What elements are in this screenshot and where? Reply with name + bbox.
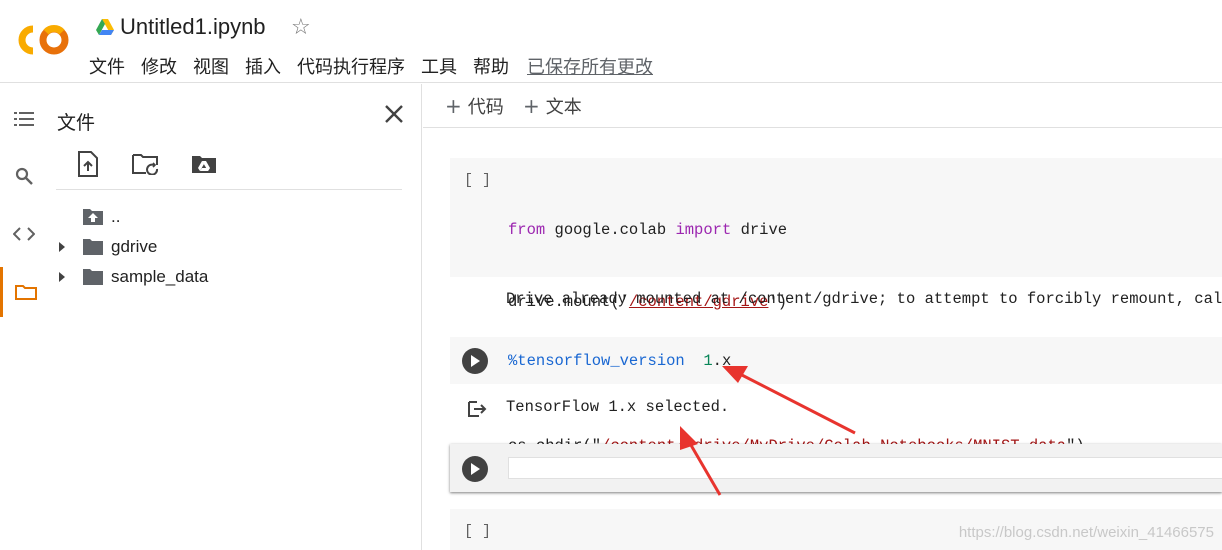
chevron-right-icon[interactable] (56, 241, 68, 253)
left-rail (0, 84, 48, 550)
menu-file[interactable]: 文件 (89, 53, 125, 79)
code-cell-3[interactable] (450, 444, 1222, 492)
drive-icon (96, 19, 114, 35)
notebook-main: + 代码 + 文本 [ ] from google.colab import dri… (423, 84, 1222, 550)
search-icon[interactable] (0, 158, 48, 194)
menu-view[interactable]: 视图 (193, 53, 229, 79)
watermark: https://blog.csdn.net/weixin_41466575 (958, 524, 1214, 541)
code-cell-2[interactable]: %tensorflow_version 1.x (450, 337, 1222, 384)
close-icon[interactable] (382, 102, 406, 126)
cell-output: TensorFlow 1.x selected. (506, 398, 730, 416)
files-toolbar (74, 150, 218, 178)
files-panel-title: 文件 (57, 112, 96, 134)
add-code-button[interactable]: + 代码 (445, 93, 504, 119)
play-icon (471, 463, 480, 475)
star-icon[interactable]: ☆ (291, 14, 311, 40)
cell-output: Drive already mounted at /content/gdrive… (506, 290, 1222, 308)
code-snippets-icon[interactable] (0, 216, 48, 252)
code-cell-1[interactable]: [ ] from google.colab import drive drive… (450, 158, 1222, 455)
refresh-folder-icon[interactable] (132, 150, 160, 178)
folder-icon (83, 239, 103, 255)
chevron-right-icon[interactable] (56, 271, 68, 283)
output-clear-icon[interactable] (467, 400, 487, 418)
add-text-label: 文本 (545, 97, 582, 118)
toc-icon[interactable] (0, 101, 48, 137)
tree-item-label: .. (111, 207, 121, 226)
plus-icon: + (523, 94, 540, 118)
run-cell-button[interactable] (462, 456, 488, 482)
run-cell-button[interactable] (462, 348, 488, 374)
panel-divider (56, 189, 402, 190)
tree-item-gdrive[interactable]: gdrive (48, 232, 422, 262)
exec-count[interactable]: [ ] (464, 172, 491, 189)
files-panel: 文件 .. gdrive sample_data (48, 84, 422, 550)
cell-editor[interactable] (508, 457, 1222, 479)
file-tree: .. gdrive sample_data (48, 202, 422, 292)
tree-item-label: gdrive (111, 237, 158, 256)
folder-icon (83, 269, 103, 285)
add-code-label: 代码 (467, 97, 504, 118)
add-text-button[interactable]: + 文本 (523, 93, 582, 119)
folder-icon[interactable] (0, 267, 48, 317)
notebook-toolbar: + 代码 + 文本 (423, 84, 1222, 128)
upload-icon[interactable] (74, 150, 102, 178)
tree-item-parent[interactable]: .. (48, 202, 422, 232)
cell-source[interactable]: %tensorflow_version 1.x (508, 349, 731, 373)
menu-runtime[interactable]: 代码执行程序 (297, 53, 405, 79)
menu-insert[interactable]: 插入 (245, 53, 281, 79)
tree-item-sample-data[interactable]: sample_data (48, 262, 422, 292)
play-icon (471, 355, 480, 367)
menu-tools[interactable]: 工具 (421, 53, 457, 79)
app-header: Untitled1.ipynb ☆ 文件 修改 视图 插入 代码执行程序 工具 … (0, 0, 1222, 83)
menu-help[interactable]: 帮助 (473, 53, 509, 79)
notebook-title[interactable]: Untitled1.ipynb (120, 14, 266, 40)
tree-item-label: sample_data (111, 267, 209, 286)
folder-up-icon (83, 209, 103, 225)
menu-bar: 文件 修改 视图 插入 代码执行程序 工具 帮助 已保存所有更改 (89, 53, 653, 79)
code-line: from google.colab import drive (508, 221, 788, 239)
colab-logo[interactable] (16, 22, 72, 58)
saved-status-link[interactable]: 已保存所有更改 (527, 53, 653, 79)
menu-edit[interactable]: 修改 (141, 53, 177, 79)
plus-icon: + (445, 94, 462, 118)
mount-drive-icon[interactable] (190, 150, 218, 178)
exec-count[interactable]: [ ] (464, 523, 491, 540)
